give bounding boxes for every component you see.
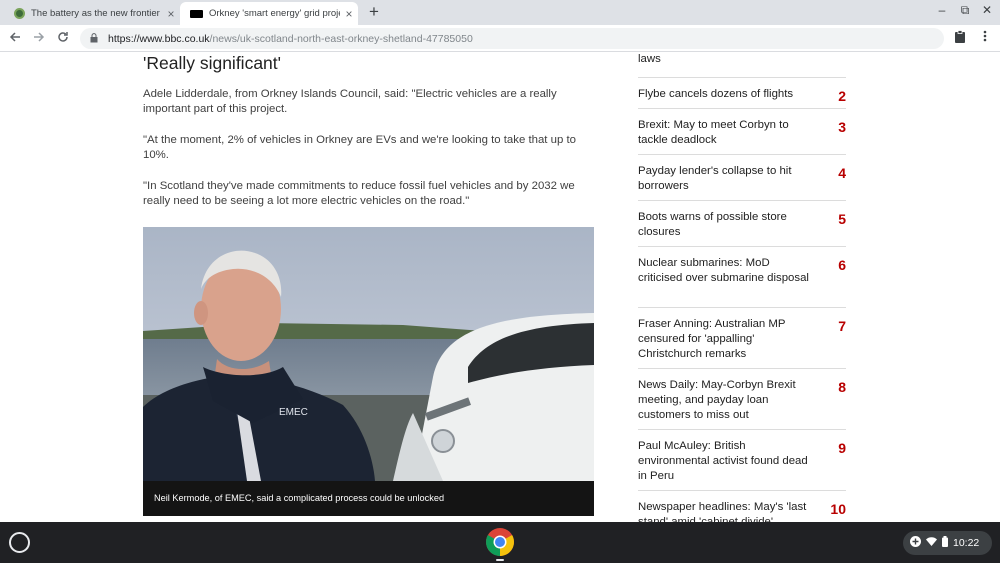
bbc-favicon-icon xyxy=(190,9,203,18)
most-read-title[interactable]: Brexit: May to meet Corbyn to tackle dea… xyxy=(638,118,810,148)
forward-arrow-icon[interactable] xyxy=(30,29,48,47)
browser-toolbar: https://www.bbc.co.uk/news/uk-scotland-n… xyxy=(0,25,1000,52)
article-paragraph: Adele Lidderdale, from Orkney Islands Co… xyxy=(143,88,557,116)
battery-icon xyxy=(942,536,948,550)
add-circle-icon xyxy=(910,536,921,550)
most-read-item[interactable]: Payday lender's collapse to hit borrower… xyxy=(638,155,846,201)
most-read-item[interactable]: Paul McAuley: British environmental acti… xyxy=(638,430,846,491)
page-viewport: 'Really significant' Adele Lidderdale, f… xyxy=(0,52,1000,522)
most-read-rank: 10 xyxy=(830,501,846,517)
tab-title: The battery as the new frontier - xyxy=(31,8,162,19)
url-host: https://www.bbc.co.uk xyxy=(108,32,210,45)
article-paragraph: "In Scotland they've made commitments to… xyxy=(143,180,575,208)
reload-icon[interactable] xyxy=(54,29,72,47)
most-read-rank: 8 xyxy=(838,379,846,395)
minimize-button[interactable]: – xyxy=(932,3,952,17)
os-shelf: 10:22 xyxy=(0,522,1000,563)
most-read-title[interactable]: Paul McAuley: British environmental acti… xyxy=(638,439,810,484)
lock-icon xyxy=(88,32,100,45)
most-read-title[interactable]: Boots warns of possible store closures xyxy=(638,210,810,240)
most-read-title[interactable]: Fraser Anning: Australian MP censured fo… xyxy=(638,317,810,362)
most-read-item[interactable]: Boots warns of possible store closures 5 xyxy=(638,201,846,247)
site-favicon-icon xyxy=(14,8,25,19)
url-path: /news/uk-scotland-north-east-orkney-shet… xyxy=(209,32,473,45)
most-read-title[interactable]: Nuclear submarines: MoD criticised over … xyxy=(638,256,810,286)
most-read-title[interactable]: laws xyxy=(638,52,810,67)
new-tab-button[interactable]: + xyxy=(364,2,384,24)
launcher-button[interactable] xyxy=(9,532,30,553)
most-read-rank: 4 xyxy=(838,165,846,181)
most-read-item[interactable]: Newspaper headlines: May's 'last stand' … xyxy=(638,491,846,522)
emec-logo-text: EMEC xyxy=(279,407,308,418)
address-bar[interactable]: https://www.bbc.co.uk/news/uk-scotland-n… xyxy=(80,28,944,49)
most-read-rank: 3 xyxy=(838,119,846,135)
article-paragraph: "At the moment, 2% of vehicles in Orkney… xyxy=(143,134,576,162)
most-read-item[interactable]: Flybe cancels dozens of flights 2 xyxy=(638,78,846,109)
most-read-title[interactable]: News Daily: May-Corbyn Brexit meeting, a… xyxy=(638,378,810,423)
most-read-title[interactable]: Flybe cancels dozens of flights xyxy=(638,87,810,102)
running-indicator xyxy=(496,559,504,561)
tab-title: Orkney 'smart energy' grid projec xyxy=(209,8,340,19)
clock-time: 10:22 xyxy=(953,537,980,549)
most-read-rank: 5 xyxy=(838,211,846,227)
most-read-rank: 7 xyxy=(838,318,846,334)
most-read-rank: 2 xyxy=(838,88,846,104)
chrome-app-icon[interactable] xyxy=(485,527,515,557)
wifi-icon xyxy=(926,537,937,549)
tab-close-icon[interactable]: × xyxy=(162,7,180,21)
most-read-title[interactable]: Newspaper headlines: May's 'last stand' … xyxy=(638,500,810,522)
photo-caption: Neil Kermode, of EMEC, said a complicate… xyxy=(143,481,594,516)
most-read-rank: 9 xyxy=(838,440,846,456)
tab-battery-article[interactable]: The battery as the new frontier - × xyxy=(4,2,180,25)
back-arrow-icon[interactable] xyxy=(6,29,24,47)
most-read-rank: 6 xyxy=(838,257,846,273)
close-window-button[interactable]: ✕ xyxy=(977,3,997,17)
tab-close-icon[interactable]: × xyxy=(340,7,358,21)
most-read-item[interactable]: News Daily: May-Corbyn Brexit meeting, a… xyxy=(638,369,846,430)
menu-kebab-icon[interactable] xyxy=(977,30,993,46)
tab-orkney-article[interactable]: Orkney 'smart energy' grid projec × xyxy=(180,2,358,25)
restore-button[interactable]: ⧉ xyxy=(955,3,975,18)
system-tray[interactable]: 10:22 xyxy=(903,531,992,555)
clipboard-extension-icon[interactable] xyxy=(952,30,968,46)
most-read-title[interactable]: Payday lender's collapse to hit borrower… xyxy=(638,164,810,194)
launcher-circle-icon xyxy=(17,540,22,545)
most-read-item[interactable]: laws xyxy=(638,52,846,78)
article-crosshead: 'Really significant' xyxy=(143,53,281,73)
most-read-item[interactable]: Nuclear submarines: MoD criticised over … xyxy=(638,247,846,308)
browser-tab-strip: The battery as the new frontier - × Orkn… xyxy=(0,0,1000,25)
article-photo: EMEC xyxy=(143,227,594,481)
most-read-item[interactable]: Fraser Anning: Australian MP censured fo… xyxy=(638,308,846,369)
most-read-item[interactable]: Brexit: May to meet Corbyn to tackle dea… xyxy=(638,109,846,155)
